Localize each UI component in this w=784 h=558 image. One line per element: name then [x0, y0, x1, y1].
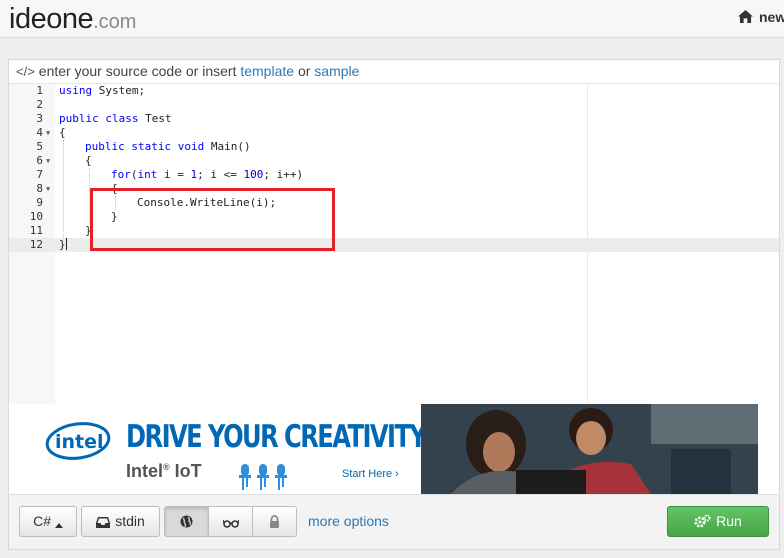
stdin-button[interactable]: stdin [81, 506, 160, 537]
intel-ad-banner[interactable]: intel DRIVE YOUR CREATIVITY Intel® IoT S… [8, 404, 780, 494]
line-number: 5 [36, 140, 43, 153]
led-components-icon [239, 464, 287, 490]
sample-link[interactable]: sample [314, 63, 359, 79]
line-number: 9 [36, 196, 43, 209]
svg-text:intel: intel [55, 431, 104, 453]
code-line: 4 ▼ { [9, 126, 779, 140]
code-line: 6 ▼ { [9, 154, 779, 168]
caret-up-icon [54, 523, 63, 528]
highlight-annotation-box [90, 188, 335, 251]
editor-header-text: enter your source code or insert [38, 63, 237, 79]
logo-main: ideone [9, 3, 94, 35]
code-line: 5 public static void Main() [9, 140, 779, 154]
line-number: 1 [36, 84, 43, 97]
ad-subtitle: Intel® IoT [126, 461, 202, 481]
editor-header-or: or [297, 63, 311, 79]
line-code: } [59, 238, 67, 251]
lock-icon [270, 515, 279, 528]
line-code: using System; [59, 84, 146, 97]
code-line: 1 using System; [9, 84, 779, 98]
ad-start-here-link[interactable]: Start Here › [342, 468, 399, 480]
stdin-label: stdin [115, 513, 145, 529]
line-number: 12 [29, 238, 43, 251]
line-code: { [85, 154, 92, 167]
code-line: 3 public class Test [9, 112, 779, 126]
more-options-link[interactable]: more options [308, 513, 389, 529]
logo-domain: .com [93, 11, 137, 33]
ad-photo [421, 404, 758, 494]
code-line: 2 [9, 98, 779, 112]
line-code: public static void Main() [85, 140, 251, 153]
line-number: 2 [36, 98, 43, 111]
code-line: 7 for(int i = 1; i <= 100; i++) [9, 168, 779, 182]
code-editor[interactable]: 1 using System; 2 3 public class Test 4 … [9, 84, 779, 405]
bottom-toolbar: C# stdin more options Run [8, 494, 780, 550]
language-label: C# [33, 513, 51, 529]
text-cursor [65, 238, 67, 250]
nav-new-label: new [759, 9, 784, 25]
inbox-icon [96, 517, 111, 528]
home-icon [738, 10, 753, 23]
ad-photo-illustration [421, 404, 758, 494]
line-number: 3 [36, 112, 43, 125]
run-button[interactable]: Run [667, 506, 769, 537]
template-link[interactable]: template [240, 63, 294, 79]
intel-logo: intel [45, 422, 111, 460]
line-code: public class Test [59, 112, 172, 125]
globe-icon [180, 515, 193, 528]
code-icon: </> [16, 64, 35, 79]
editor-header: </> enter your source code or insert temp… [9, 60, 779, 84]
line-number: 4 [36, 126, 43, 139]
source-code-panel: </> enter your source code or insert temp… [8, 59, 780, 405]
language-select-button[interactable]: C# [19, 506, 77, 537]
fold-arrow-icon[interactable]: ▼ [46, 126, 50, 140]
hidden-mode-button[interactable] [208, 506, 253, 537]
glasses-icon [222, 519, 239, 528]
ad-headline: DRIVE YOUR CREATIVITY [126, 419, 427, 455]
line-number: 11 [29, 224, 43, 237]
fold-arrow-icon[interactable]: ▼ [46, 182, 50, 196]
top-bar: ideone.com new [0, 0, 784, 38]
public-mode-button[interactable] [164, 506, 209, 537]
private-mode-button[interactable] [252, 506, 297, 537]
line-number: 10 [29, 210, 43, 223]
line-number: 7 [36, 168, 43, 181]
fold-arrow-icon[interactable]: ▼ [46, 154, 50, 168]
site-logo[interactable]: ideone.com [9, 3, 136, 38]
nav-new-link[interactable]: new [738, 9, 784, 25]
ad-text-area: intel DRIVE YOUR CREATIVITY Intel® IoT S… [9, 404, 427, 494]
gears-icon [694, 514, 711, 528]
run-label: Run [716, 513, 742, 529]
line-code: { [59, 126, 66, 139]
line-code: for(int i = 1; i <= 100; i++) [111, 168, 304, 181]
line-number: 6 [36, 154, 43, 167]
line-number: 8 [36, 182, 43, 195]
